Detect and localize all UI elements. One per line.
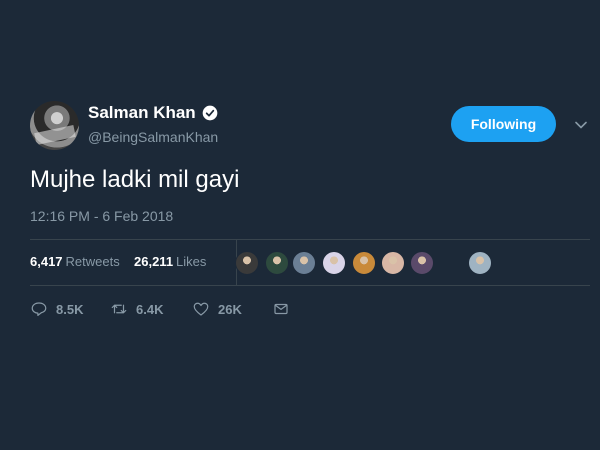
liker-avatar[interactable]: [381, 251, 405, 275]
liker-avatar[interactable]: [322, 251, 346, 275]
user-handle[interactable]: @BeingSalmanKhan: [88, 129, 218, 145]
tweet-text: Mujhe ladki mil gayi: [30, 166, 240, 193]
like-count: 26K: [218, 301, 242, 317]
liker-avatar[interactable]: [265, 251, 289, 275]
like-button[interactable]: 26K: [192, 300, 242, 318]
tweet-actions: 8.5K 6.4K 26K: [30, 300, 590, 320]
liker-avatar[interactable]: [352, 251, 376, 275]
retweets-label: Retweets: [65, 254, 120, 269]
retweet-button[interactable]: 6.4K: [110, 300, 163, 318]
following-button[interactable]: Following: [451, 106, 556, 142]
tweet-timestamp[interactable]: 12:16 PM - 6 Feb 2018: [30, 208, 173, 224]
direct-message-button[interactable]: [272, 300, 290, 318]
divider-bottom: [30, 285, 590, 286]
liker-avatar[interactable]: [468, 251, 492, 275]
avatar[interactable]: [30, 101, 79, 150]
envelope-icon: [274, 303, 288, 315]
display-name[interactable]: Salman Khan: [88, 103, 196, 123]
tweet-card: Salman Khan @BeingSalmanKhan Following M…: [0, 0, 600, 450]
reply-count: 8.5K: [56, 301, 84, 317]
retweet-count: 6.4K: [136, 301, 164, 317]
likes-count: 26,211: [134, 254, 174, 269]
name-row: Salman Khan: [88, 103, 218, 123]
liker-avatar[interactable]: [235, 251, 259, 275]
reply-button[interactable]: 8.5K: [30, 300, 83, 318]
reply-icon: [31, 302, 47, 316]
verified-badge-icon: [202, 105, 218, 121]
likes-stat[interactable]: 26,211 Likes: [134, 254, 206, 269]
heart-icon: [193, 302, 209, 316]
likes-label: Likes: [176, 254, 207, 269]
stats-row: 6,417 Retweets 26,211 Likes: [30, 240, 590, 285]
liker-avatar[interactable]: [292, 251, 316, 275]
liker-avatar[interactable]: [410, 251, 434, 275]
retweets-count: 6,417: [30, 254, 63, 269]
chevron-down-icon[interactable]: [574, 118, 588, 132]
retweets-stat[interactable]: 6,417 Retweets: [30, 254, 120, 269]
retweet-icon: [111, 304, 127, 314]
